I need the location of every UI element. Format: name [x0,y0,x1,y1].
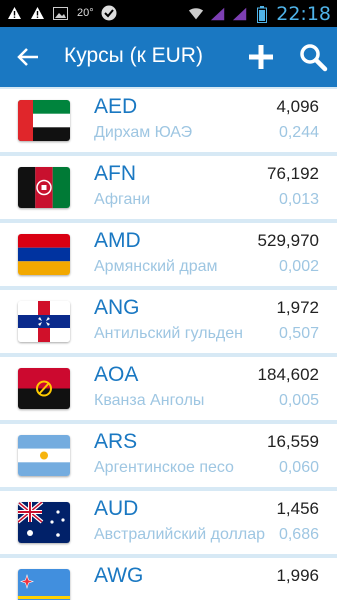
flag-afn-icon [18,167,70,208]
currency-code: ARS [94,430,138,453]
arrow-back-icon [17,48,38,66]
battery-icon [254,5,270,23]
currency-rate: 76,192 [267,164,319,183]
currency-name: Аргентинское песо [94,459,234,476]
currency-inverse-rate: 0,686 [274,526,319,546]
currency-rate: 184,602 [257,365,319,384]
currency-code: AOA [94,363,139,386]
page-title: Курсы (к EUR) [64,44,203,67]
flag-awg-icon [18,569,70,600]
currency-name: Армянский драм [94,258,218,275]
currency-list[interactable]: AED Дирхам ЮАЭ 4,096 0,244 AFN Афгани 76… [0,87,337,600]
currency-rate: 16,559 [267,432,319,451]
currency-rate: 1,972 [276,298,319,317]
flag-aoa-icon [18,368,70,409]
currency-rate: 529,970 [257,231,319,250]
currency-row-aed[interactable]: AED Дирхам ЮАЭ 4,096 0,244 [0,89,337,152]
currency-rate: 4,096 [276,97,319,116]
currency-row-aoa[interactable]: AOA Кванза Анголы 184,602 0,005 [0,357,337,420]
currency-name: Кванза Анголы [94,392,205,409]
currency-inverse-rate: 0,002 [274,258,319,276]
currency-inverse-rate: 0,013 [274,191,319,209]
check-circle-icon [101,5,117,21]
currency-code: AFN [94,162,136,185]
currency-code: AED [94,95,138,118]
flag-ang-icon [18,301,70,342]
action-bar: Курсы (к EUR) [0,27,337,87]
currency-name: Антильский гульден [94,325,243,342]
currency-inverse-rate: 0,005 [274,392,319,410]
currency-row-aud[interactable]: AUD Австралийский доллар 1,456 0,686 [0,491,337,554]
temperature-label: 20° [77,7,94,19]
warning-icon [6,5,22,21]
currency-code: ANG [94,296,140,319]
currency-inverse-rate: 0,244 [274,124,319,142]
wifi-icon [188,6,204,22]
currency-row-afn[interactable]: AFN Афгани 76,192 0,013 [0,156,337,219]
flag-ars-icon [18,435,70,476]
currency-code: AMD [94,229,141,252]
flag-aed-icon [18,100,70,141]
plus-icon [249,45,273,69]
signal-icon [232,6,248,22]
currency-row-awg[interactable]: AWG 1,996 [0,558,337,600]
currency-name: Дирхам ЮАЭ [94,124,193,141]
image-icon [52,5,68,21]
flag-amd-icon [18,234,70,275]
currency-rate: 1,996 [276,566,319,585]
currency-code: AUD [94,497,139,520]
search-icon [300,44,328,72]
currency-row-ars[interactable]: ARS Аргентинское песо 16,559 0,060 [0,424,337,487]
currency-name: Австралийский доллар [94,526,265,543]
search-button[interactable] [296,40,330,74]
warning-icon [29,5,45,21]
clock: 22:18 [276,3,331,25]
signal-icon [210,6,226,22]
currency-row-ang[interactable]: ANG Антильский гульден 1,972 0,507 [0,290,337,353]
add-currency-button[interactable] [244,40,278,74]
flag-aud-icon [18,502,70,543]
currency-name: Афгани [94,191,151,208]
currency-rate: 1,456 [276,499,319,518]
currency-inverse-rate: 0,507 [274,325,319,345]
back-button[interactable] [14,43,42,71]
currency-row-amd[interactable]: AMD Армянский драм 529,970 0,002 [0,223,337,286]
currency-inverse-rate: 0,060 [274,459,319,477]
status-bar: 20° 22:18 [0,0,337,27]
currency-code: AWG [94,564,144,587]
